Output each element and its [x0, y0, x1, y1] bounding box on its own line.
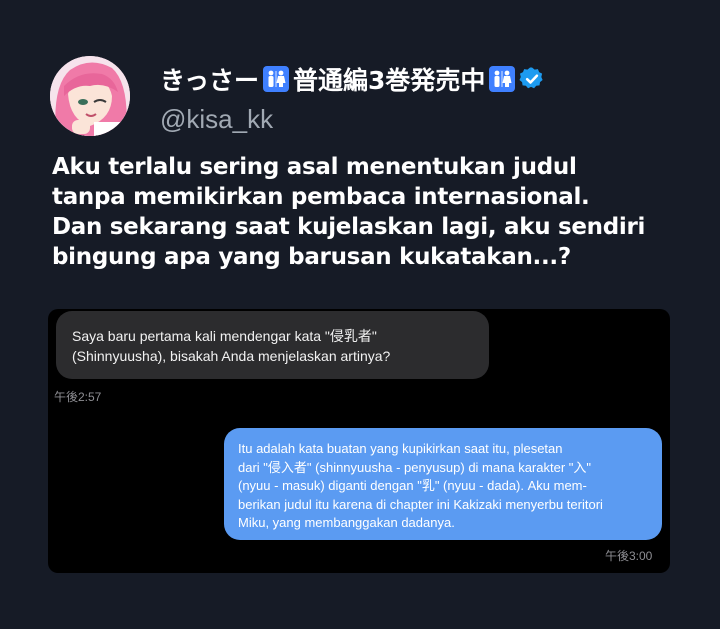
display-name-subtitle: 普通編3巻発売中	[293, 66, 486, 95]
tweet-text: Aku terlalu sering asal menentukan judul…	[52, 152, 692, 272]
restroom-icon	[263, 66, 290, 92]
display-name-text: きっさー	[160, 66, 260, 95]
message-line: berikan judul itu karena di chapter ini …	[238, 496, 603, 512]
message-line: Miku, yang membanggakan dadanya.	[238, 515, 455, 530]
message-line: (nyuu - masuk) diganti dengan "乳" (nyuu …	[238, 478, 587, 493]
message-line: dari "侵入者" (shinnyuusha - penyusup) di m…	[238, 459, 591, 475]
outgoing-message-time: 午後3:00	[605, 549, 653, 563]
incoming-message-time: 午後2:57	[54, 390, 102, 404]
avatar-illustration	[50, 56, 130, 136]
message-line: Saya baru pertama kali mendengar kata "侵…	[72, 328, 377, 344]
tweet-line: bingung apa yang barusan kukatakan...?	[52, 244, 571, 270]
outgoing-message-bubble: Itu adalah kata buatan yang kupikirkan s…	[224, 428, 662, 540]
message-line: (Shinnyuusha), bisakah Anda menjelaskan …	[72, 348, 391, 364]
tweet-header: きっさー 普通編3巻発売中 @kisa_kk	[50, 56, 690, 146]
verified-badge-icon	[519, 66, 545, 92]
incoming-message-bubble: Saya baru pertama kali mendengar kata "侵…	[56, 311, 489, 379]
display-name[interactable]: きっさー 普通編3巻発売中	[160, 62, 545, 96]
restroom-icon	[489, 66, 516, 92]
tweet-line: Aku terlalu sering asal menentukan judul	[52, 154, 577, 180]
avatar[interactable]	[50, 56, 130, 136]
message-line: Itu adalah kata buatan yang kupikirkan s…	[238, 441, 563, 456]
tweet-line: Dan sekarang saat kujelaskan lagi, aku s…	[52, 214, 646, 240]
user-handle[interactable]: @kisa_kk	[160, 104, 273, 135]
tweet-line: tanpa memikirkan pembaca internasional.	[52, 184, 590, 210]
chat-screenshot: Saya baru pertama kali mendengar kata "侵…	[48, 309, 670, 573]
